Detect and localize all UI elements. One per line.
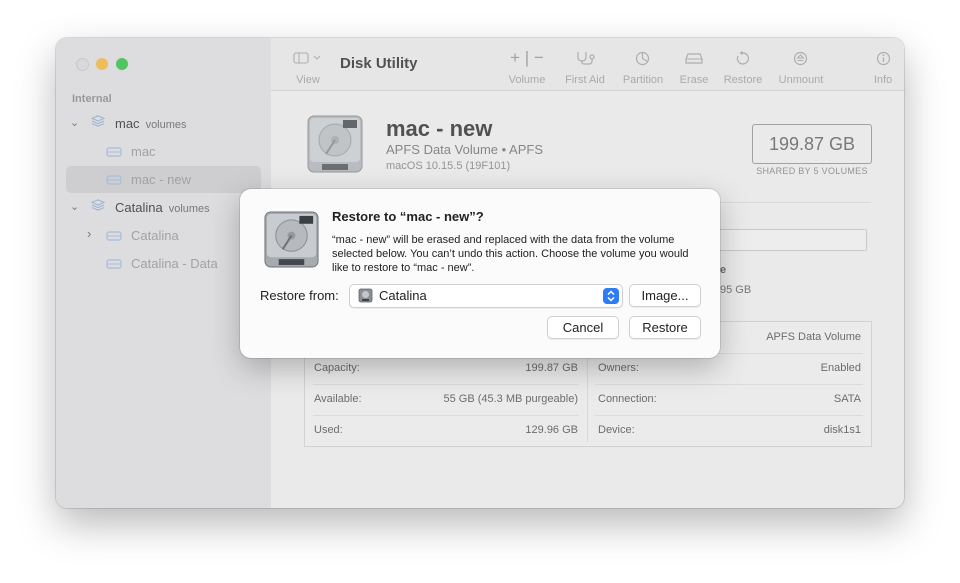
dialog-title: Restore to “mac - new”? (332, 209, 484, 224)
volume-drive-icon (358, 288, 373, 303)
hard-drive-icon (264, 211, 319, 268)
restore-from-select[interactable]: Catalina (349, 284, 623, 308)
restore-button[interactable]: Restore (629, 316, 701, 339)
dialog-message: “mac - new” will be erased and replaced … (332, 234, 689, 274)
restore-dialog: Restore to “mac - new”? “mac - new” will… (240, 189, 720, 358)
restore-from-label: Restore from: (260, 288, 339, 303)
image-button[interactable]: Image... (629, 284, 701, 307)
cancel-button[interactable]: Cancel (547, 316, 619, 339)
up-down-chevron-icon (607, 290, 615, 302)
selected-volume: Catalina (379, 288, 427, 303)
select-stepper[interactable] (603, 288, 619, 304)
